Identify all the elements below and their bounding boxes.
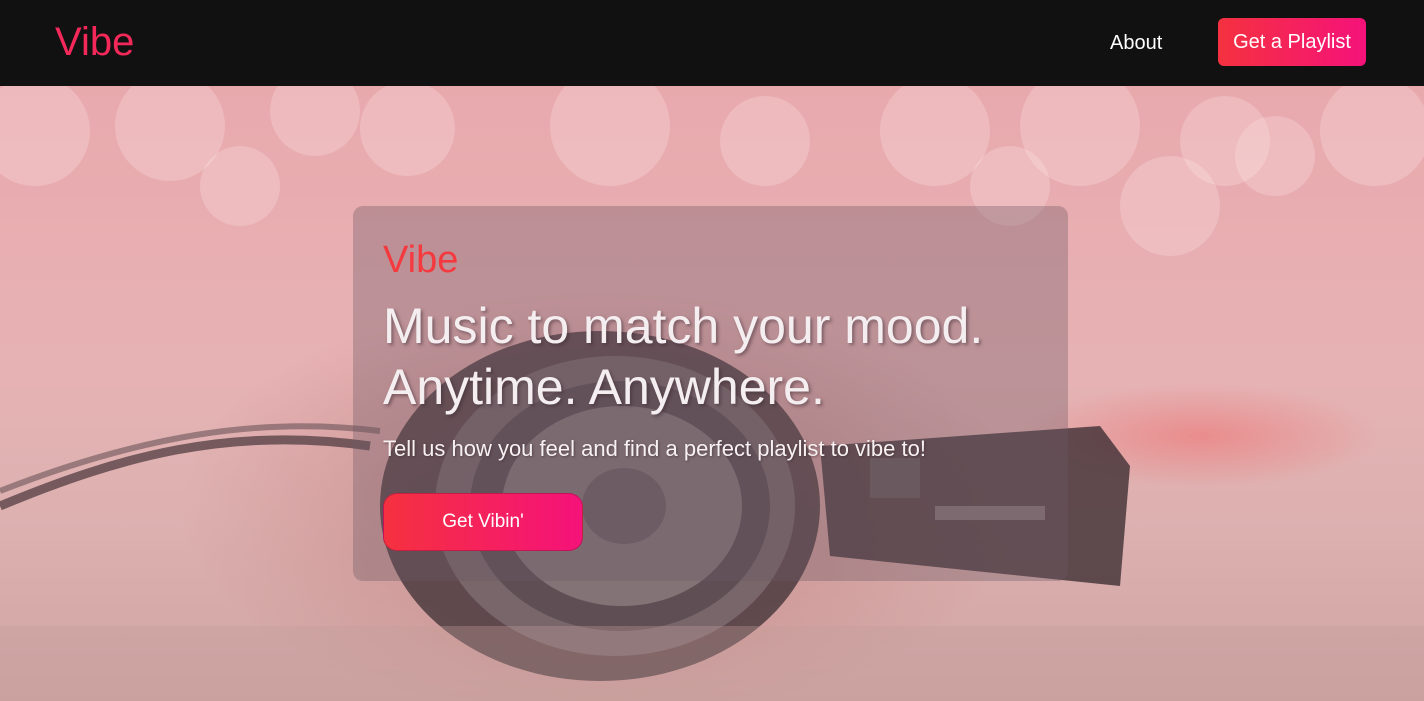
hero-brand: Vibe bbox=[383, 239, 459, 281]
hero-card: Vibe Music to match your mood. Anytime. … bbox=[353, 206, 1068, 581]
navbar: Vibe About Get a Playlist bbox=[0, 0, 1424, 86]
hero-section: Vibe Music to match your mood. Anytime. … bbox=[0, 86, 1424, 701]
brand-logo-link[interactable]: Vibe bbox=[55, 18, 134, 66]
nav-link-about[interactable]: About bbox=[1110, 30, 1162, 56]
hero-subheadline: Tell us how you feel and find a perfect … bbox=[383, 436, 926, 461]
get-vibin-button[interactable]: Get Vibin' bbox=[383, 493, 583, 551]
hero-headline: Music to match your mood. Anytime. Anywh… bbox=[383, 298, 984, 415]
get-playlist-button[interactable]: Get a Playlist bbox=[1218, 18, 1366, 66]
